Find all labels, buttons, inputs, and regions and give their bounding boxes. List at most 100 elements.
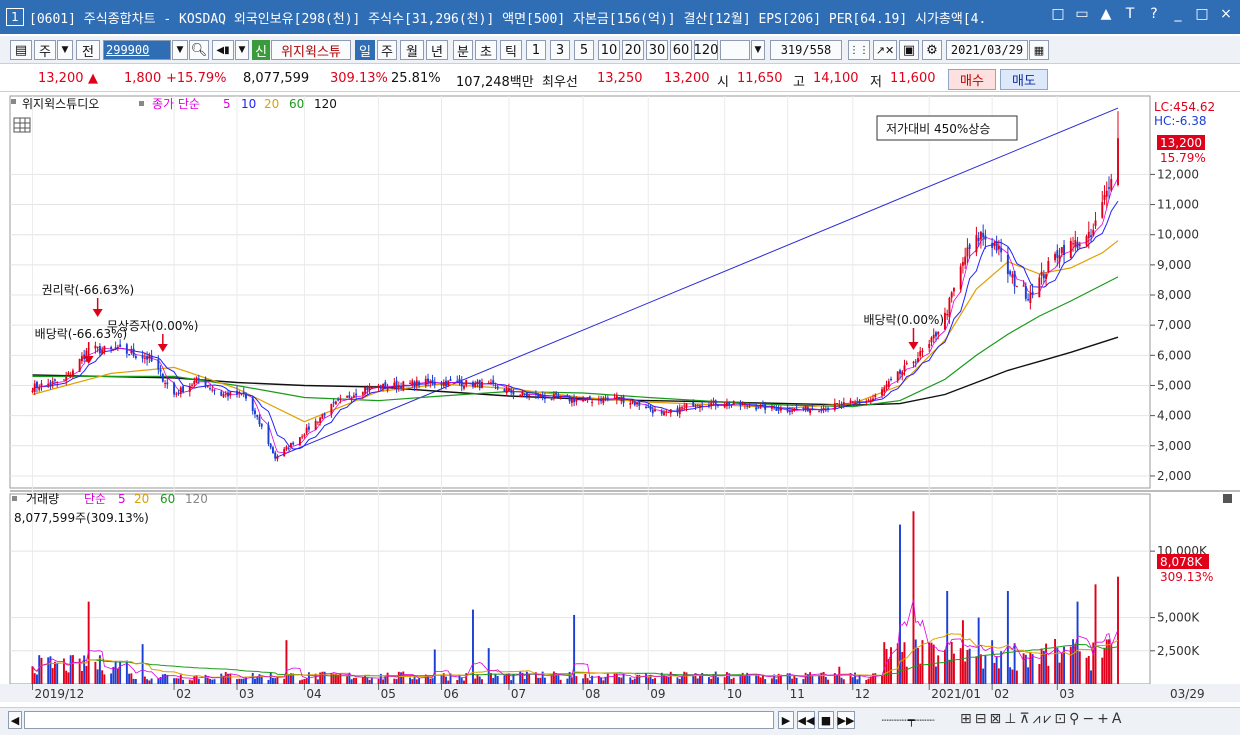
candle-body: [204, 378, 207, 387]
speaker-icon[interactable]: ◀▮: [212, 40, 234, 60]
window-title: [0601] 주식종합차트 - KOSDAQ 외국인보유[298(천)] 주식수…: [29, 11, 987, 27]
volume-bar: [85, 665, 88, 684]
interval-60[interactable]: 60: [670, 40, 692, 60]
stop-icon[interactable]: ■: [818, 711, 834, 729]
candle-body: [209, 388, 211, 390]
interval-custom-input[interactable]: [720, 40, 750, 60]
period-week[interactable]: 주: [377, 40, 397, 60]
period-tick[interactable]: 틱: [500, 40, 522, 60]
candle-body: [271, 447, 274, 454]
volume-ma60-label: 60: [160, 492, 175, 506]
font-icon[interactable]: T: [1122, 6, 1138, 22]
period-month[interactable]: 월: [400, 40, 424, 60]
candle-body: [53, 379, 56, 381]
candle-body: [950, 292, 953, 298]
window-number[interactable]: 1: [6, 8, 24, 26]
fast-forward-icon[interactable]: ▶▶: [837, 711, 855, 729]
period-second[interactable]: 초: [475, 40, 497, 60]
candle-body: [743, 403, 746, 405]
speaker-dropdown-icon[interactable]: ▼: [235, 40, 249, 60]
interval-30[interactable]: 30: [646, 40, 668, 60]
save-icon[interactable]: ▣: [899, 40, 919, 60]
volume-bar: [528, 674, 531, 684]
maximize-icon[interactable]: □: [1194, 6, 1210, 22]
layout-icon[interactable]: ▤: [10, 40, 32, 60]
date-axis: 2019/12 02 03 04 05 06 07 08 09 10 11 12 2021/01 02 03…: [0, 684, 1240, 702]
buy-button[interactable]: 매수: [948, 69, 996, 90]
rewind-icon[interactable]: ◀◀: [797, 711, 815, 729]
candle-body: [415, 380, 418, 387]
interval-120[interactable]: 120: [694, 40, 718, 60]
interval-20[interactable]: 20: [622, 40, 644, 60]
volume-bar: [197, 679, 200, 684]
volume-bar: [948, 659, 951, 684]
panel-toggle-icon[interactable]: [1223, 494, 1232, 503]
volume-bar: [1078, 651, 1081, 684]
candle-body: [433, 382, 436, 385]
period-day[interactable]: 일: [355, 40, 375, 60]
volume-bar: [858, 675, 861, 684]
data-count[interactable]: 319/558: [770, 40, 842, 60]
scroll-left-icon[interactable]: ◀: [8, 711, 22, 729]
stock-chart[interactable]: 2,000 3,000 4,000 5,000 6,000 7,000 8,000 9,000…: [0, 94, 1240, 706]
candle-body: [339, 398, 342, 401]
candle-body: [289, 442, 292, 448]
candle-body: [323, 413, 326, 416]
code-dropdown-icon[interactable]: ▼: [172, 40, 188, 60]
volume-bar: [283, 678, 286, 684]
gear-icon[interactable]: ⚙: [922, 40, 942, 60]
volume-bar: [303, 678, 306, 684]
volume-bar: [134, 679, 137, 684]
scrollbar-track[interactable]: [24, 711, 774, 729]
candle-body: [125, 344, 128, 354]
volume-bar: [809, 672, 812, 684]
play-icon[interactable]: ▶: [778, 711, 794, 729]
window-cascade-icon[interactable]: ▭: [1074, 6, 1090, 22]
table-icon[interactable]: [13, 117, 31, 133]
volume-bar: [220, 673, 223, 684]
volume-bar: [458, 675, 461, 684]
interval-5[interactable]: 5: [574, 40, 594, 60]
minimize-icon[interactable]: _: [1170, 6, 1186, 22]
stock-code-input[interactable]: 299900: [103, 40, 171, 60]
prev-button[interactable]: 전: [76, 40, 100, 60]
volume-bar: [543, 677, 546, 684]
period-year[interactable]: 년: [426, 40, 448, 60]
period-minute[interactable]: 분: [453, 40, 473, 60]
drawing-tools[interactable]: ⊞⊟⊠⊥⊼⩘⩗⊡⚲−+A: [960, 711, 1124, 727]
close-icon[interactable]: ×: [1218, 6, 1234, 22]
volume-bar: [820, 672, 823, 684]
volume-bar: [179, 674, 182, 684]
volume-bar: [240, 678, 243, 684]
date-tick-label: 11: [790, 687, 805, 701]
interval-10[interactable]: 10: [598, 40, 620, 60]
window-link-icon[interactable]: □: [1050, 6, 1066, 22]
zoom-slider[interactable]: ┈┈┈┈┯┈┈┈: [866, 711, 950, 729]
volume-ratio: 309.13%: [330, 71, 388, 86]
volume-bar: [481, 679, 483, 684]
volume-bar: [224, 672, 227, 684]
candle-body: [179, 387, 182, 395]
candle-body: [856, 401, 859, 403]
stock-legend-name[interactable]: 위지윅스튜디오: [22, 97, 99, 111]
help-icon[interactable]: ?: [1146, 6, 1162, 22]
indicator-icon[interactable]: ↗✕: [873, 40, 897, 60]
candle-body: [370, 387, 373, 389]
overlay-icon[interactable]: ⋮⋮: [848, 40, 870, 60]
calendar-icon[interactable]: ▦: [1029, 40, 1049, 60]
interval-dropdown-icon[interactable]: ▼: [751, 40, 765, 60]
volume-bar: [692, 676, 695, 684]
week-toggle[interactable]: 주: [34, 40, 56, 60]
candle-body: [537, 393, 540, 398]
dropdown-arrow-icon[interactable]: ▼: [57, 40, 73, 60]
search-icon[interactable]: 🔍︎: [189, 40, 209, 60]
window-pin-icon[interactable]: ▲: [1098, 6, 1114, 22]
candle-body: [773, 407, 776, 409]
interval-1[interactable]: 1: [526, 40, 546, 60]
interval-3[interactable]: 3: [550, 40, 570, 60]
date-input[interactable]: 2021/03/29: [946, 40, 1028, 60]
sell-button[interactable]: 매도: [1000, 69, 1048, 90]
candle-body: [692, 402, 695, 407]
volume-bar: [494, 673, 497, 684]
candle-body: [543, 396, 546, 399]
